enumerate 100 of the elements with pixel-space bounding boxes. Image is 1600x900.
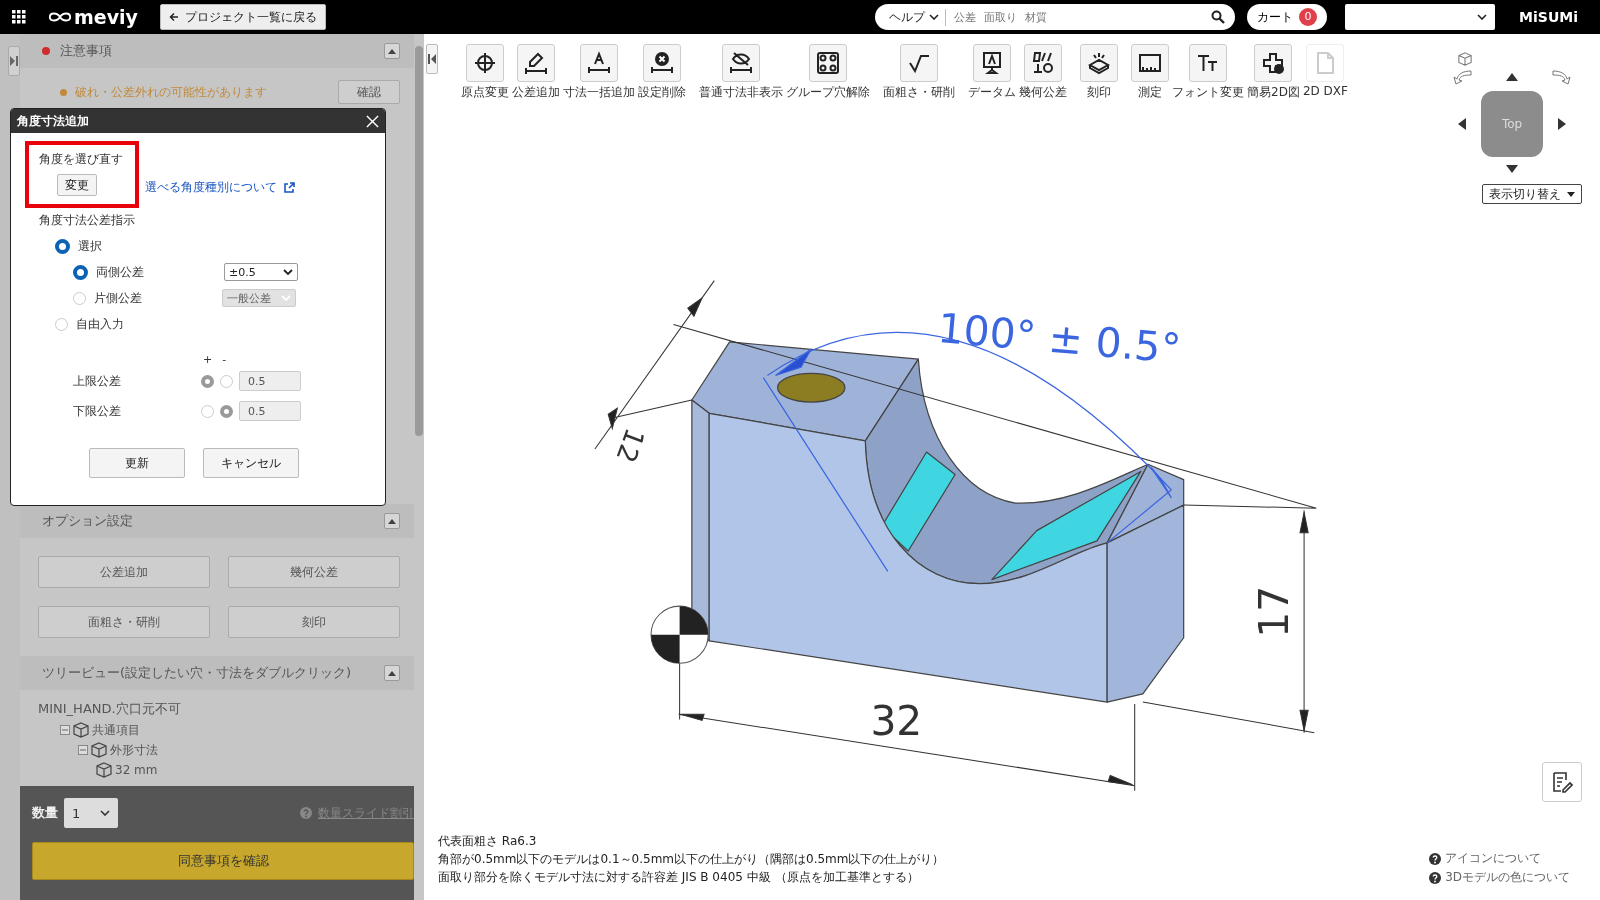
down-arrow-icon[interactable]: [1506, 165, 1518, 173]
cube-icon[interactable]: [1458, 52, 1472, 66]
view-cube-label: Top: [1501, 117, 1523, 131]
agree-button[interactable]: 同意事項を確認: [32, 842, 414, 880]
toolbar-button[interactable]: 面粗さ・研削: [882, 44, 956, 101]
cart-button[interactable]: カート 0: [1247, 4, 1328, 30]
radio-button[interactable]: [73, 291, 86, 305]
chevron-down-icon: [1477, 14, 1488, 20]
rotate-right-icon[interactable]: [1551, 69, 1573, 85]
section-title: オプション設定: [42, 512, 133, 530]
sign-label: -: [222, 353, 227, 366]
caret-up-icon: [388, 518, 396, 524]
alert-dot-icon: [42, 47, 50, 55]
dimension-label: 12: [610, 424, 652, 467]
origin-marker-icon: [650, 605, 709, 664]
option-button[interactable]: 面粗さ・研削: [38, 606, 210, 638]
radio-button[interactable]: [55, 317, 68, 331]
view-switch-dropdown[interactable]: 表示切り替え: [1482, 184, 1582, 204]
chevron-down-icon: [929, 14, 940, 20]
cube-icon: [73, 722, 89, 738]
eye-off-icon: [729, 51, 753, 75]
scrollbar-thumb[interactable]: [415, 46, 423, 436]
angle-types-link[interactable]: 選べる角度種別について: [145, 179, 277, 196]
app-logo: meviy: [74, 6, 138, 28]
option-label: 片側公差: [94, 289, 143, 307]
radio-button-selected[interactable]: [55, 238, 70, 254]
toolbar-button[interactable]: 普通寸法非表示: [698, 44, 784, 101]
help-link[interactable]: アイコンについて: [1445, 850, 1542, 867]
help-icon: [1429, 871, 1442, 884]
radio-button-selected[interactable]: [73, 264, 88, 280]
search-hint: 面取り: [984, 9, 1018, 25]
warning-dot-icon: [60, 88, 67, 96]
quantity-select[interactable]: 1: [64, 798, 118, 828]
close-icon[interactable]: [366, 114, 379, 128]
delete-dimension-icon: [650, 51, 674, 75]
up-arrow-icon[interactable]: [1506, 73, 1518, 81]
sign-label: +: [203, 353, 213, 366]
ruler-icon: [1138, 51, 1162, 75]
brand-logo: MiSUMi: [1519, 9, 1578, 25]
warning-text: 破れ・公差外れの可能性があります: [75, 83, 267, 101]
right-arrow-icon[interactable]: [1558, 118, 1566, 130]
note-text: 角部が0.5mm以下のモデルは0.1～0.5mm以下の仕上がり（隅部は0.5mm以下の仕上がり）: [438, 851, 945, 868]
dialog-button[interactable]: 更新: [89, 448, 185, 478]
tolerance-heading: 角度寸法公差指示: [39, 212, 136, 229]
geometric-tolerance-icon: [1031, 51, 1055, 75]
toolbar-button[interactable]: 簡易2D図: [1246, 44, 1301, 101]
chevron-down-icon: [100, 810, 110, 816]
arrow-left-icon: [168, 12, 179, 22]
section-title: ツリービュー(設定したい穴・寸法をダブルクリック): [42, 664, 352, 682]
search-icon[interactable]: [1211, 10, 1226, 24]
toolbar-button[interactable]: フォント変更: [1171, 44, 1245, 101]
toolbar-button[interactable]: グループ穴解除: [785, 44, 871, 101]
logo-icon: [48, 11, 72, 23]
caret-up-icon: [388, 670, 396, 676]
limit-label: 下限公差: [73, 402, 122, 420]
collapse-button[interactable]: [384, 43, 400, 59]
help-icon: [1429, 852, 1442, 865]
note-edit-icon: [1551, 771, 1573, 793]
change-button[interactable]: 変更: [57, 174, 97, 196]
panel-collapse-button[interactable]: [426, 44, 438, 74]
collapse-button[interactable]: [384, 665, 400, 681]
rotate-left-icon[interactable]: [1451, 69, 1473, 85]
help-link[interactable]: 3Dモデルの色について: [1445, 869, 1570, 886]
toolbar-button[interactable]: 寸法一括追加: [562, 44, 636, 101]
views-icon: [1261, 51, 1286, 75]
dialog-button[interactable]: キャンセル: [203, 448, 299, 478]
external-link-icon[interactable]: [283, 182, 295, 194]
dialog-title: 角度寸法追加: [17, 112, 89, 130]
tree-item[interactable]: 32 mm: [115, 763, 158, 777]
tree-item[interactable]: 共通項目: [92, 721, 140, 739]
collapse-toggle-icon[interactable]: [60, 725, 70, 735]
option-button[interactable]: 幾何公差: [228, 556, 400, 588]
app-grid-icon[interactable]: [12, 10, 26, 24]
dimension-label: 100° ± 0.5°: [935, 304, 1183, 374]
option-button[interactable]: 刻印: [228, 606, 400, 638]
panel-toggle-button[interactable]: [8, 46, 20, 76]
collapse-button[interactable]: [384, 513, 400, 529]
search-field[interactable]: ヘルプ 公差 面取り 材質: [875, 4, 1236, 30]
stamp-icon: [1087, 51, 1111, 75]
dimension-label: 17: [1249, 585, 1298, 638]
back-button[interactable]: プロジェクト一覧に戻る: [159, 4, 326, 30]
tree-item[interactable]: 外形寸法: [110, 741, 158, 759]
option-label: 選択: [78, 237, 102, 255]
option-label: 自由入力: [76, 315, 124, 333]
caret-up-icon: [388, 48, 396, 54]
memo-button[interactable]: [1542, 762, 1582, 802]
option-label: 両側公差: [96, 263, 145, 281]
left-arrow-icon[interactable]: [1458, 118, 1466, 130]
section-title: 注意事項: [60, 42, 112, 60]
confirm-button[interactable]: 確認: [338, 80, 400, 104]
collapse-toggle-icon[interactable]: [78, 745, 88, 755]
hole-grid-icon: [816, 51, 840, 75]
help-select[interactable]: ヘルプ: [879, 8, 947, 26]
tree-root-item[interactable]: MINI_HAND.穴口元不可: [38, 700, 400, 718]
tolerance-select[interactable]: ±0.5: [224, 263, 298, 281]
note-text: 面取り部分を除くモデル寸法に対する許容差 JIS B 0405 中級 （原点を加工基準とする）: [438, 869, 920, 886]
dimension-label: 32: [870, 696, 923, 745]
option-button[interactable]: 公差追加: [38, 556, 210, 588]
cart-count-badge: 0: [1299, 8, 1318, 26]
chevron-down-icon: [281, 295, 291, 301]
